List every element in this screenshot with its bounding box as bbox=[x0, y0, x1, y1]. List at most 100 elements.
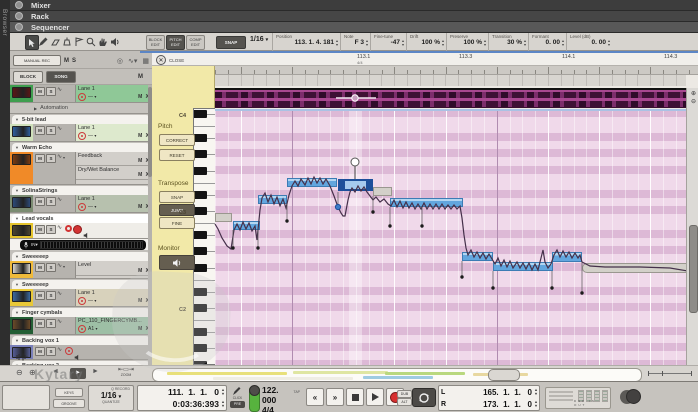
snap-button[interactable]: SNAP bbox=[216, 36, 246, 49]
solo-button[interactable]: S bbox=[46, 263, 56, 272]
track-header[interactable]: ▼ Lead vocals bbox=[12, 214, 150, 223]
horizontal-zoom-slider[interactable] bbox=[648, 371, 692, 376]
zoom-widget[interactable]: ⇤▭⇥ ZOOM bbox=[113, 367, 139, 377]
stepper-icon[interactable]: ▴ ▾ bbox=[535, 388, 537, 395]
take-dropdown[interactable]: — ▾ bbox=[88, 133, 96, 139]
mute-button[interactable]: M bbox=[35, 87, 45, 96]
mute-all-label[interactable]: M bbox=[64, 58, 69, 64]
razor-tool[interactable] bbox=[61, 35, 73, 48]
song-navigator[interactable] bbox=[152, 368, 642, 382]
track-body[interactable]: M S ∿ Lane 1 — ▾ M X bbox=[10, 195, 152, 213]
fold-triangle-icon[interactable]: ▼ bbox=[15, 310, 19, 315]
grid-icon[interactable]: ▦ bbox=[142, 57, 149, 65]
pitch-grid[interactable] bbox=[215, 111, 686, 365]
zoom-in-v-icon[interactable]: ⊕ bbox=[691, 90, 696, 97]
keys-button[interactable]: KEYS bbox=[55, 388, 83, 397]
track-color-tab[interactable] bbox=[10, 124, 33, 141]
track-body[interactable]: M S ∿ ▾ Level M X bbox=[10, 261, 152, 279]
take-dropdown[interactable]: — ▾ bbox=[88, 298, 96, 304]
stepper-icon[interactable]: ▴ ▾ bbox=[222, 388, 224, 395]
fold-triangle-icon[interactable]: ▼ bbox=[15, 216, 19, 221]
lane-record-icon[interactable] bbox=[78, 297, 86, 305]
take-dropdown[interactable]: — ▾ bbox=[88, 204, 96, 210]
stepper-icon[interactable]: ▴ ▾ bbox=[336, 39, 338, 46]
close-pitch-edit-button[interactable]: ✕ CLOSE bbox=[156, 55, 184, 65]
song-position-panel[interactable]: 111. 1. 1. 0 ▴ ▾ 0:03:36:393 ▴ ▾ bbox=[137, 385, 227, 411]
field-value[interactable]: 100 % bbox=[464, 39, 482, 46]
eraser-tool[interactable] bbox=[49, 35, 61, 48]
automation-wave-icon[interactable]: ∿▾ bbox=[128, 57, 137, 65]
track-header[interactable]: ▼ SolinaStrings bbox=[12, 186, 150, 195]
track-color-tab[interactable] bbox=[10, 195, 33, 212]
tempo-panel[interactable]: 122. 000 TAP 4/4 bbox=[262, 385, 300, 412]
editor-vertical-scrollbar[interactable] bbox=[686, 88, 698, 365]
piano-black-key[interactable] bbox=[194, 231, 207, 240]
pitch-note[interactable] bbox=[373, 187, 392, 196]
pitch-note[interactable] bbox=[233, 221, 260, 230]
track-header[interactable]: ▼ 5-bit lead bbox=[12, 115, 150, 124]
piano-black-key[interactable] bbox=[194, 134, 207, 143]
track-color-tab[interactable] bbox=[10, 317, 33, 334]
mute-button[interactable]: M bbox=[35, 154, 45, 163]
chevron-down-icon[interactable]: ▾ bbox=[63, 154, 65, 161]
navigator-view-handle[interactable] bbox=[488, 369, 520, 381]
stepper-icon[interactable]: ▴ ▾ bbox=[442, 39, 444, 46]
hand-tool[interactable] bbox=[97, 35, 109, 48]
window-dot-icon[interactable] bbox=[15, 23, 23, 31]
chevron-down-icon[interactable]: ▾ bbox=[63, 263, 65, 270]
field-drift[interactable]: Drift 100 % ▴ ▾ bbox=[406, 33, 446, 51]
track-body[interactable]: M S ∿ Lane 1 — ▾ M X bbox=[10, 85, 152, 103]
pitch-note[interactable] bbox=[493, 262, 553, 271]
mute-button[interactable]: M bbox=[35, 291, 45, 300]
stepper-icon[interactable]: ▴ ▾ bbox=[535, 400, 537, 407]
lane-record-icon[interactable] bbox=[78, 325, 86, 333]
track-header[interactable]: ▼ Warm Echo bbox=[12, 143, 150, 152]
zoom-out-v-icon[interactable]: ⊖ bbox=[691, 98, 696, 105]
take-dropdown[interactable]: A1 ▾ bbox=[88, 326, 98, 332]
field-preserve[interactable]: Preserve 100 % ▴ ▾ bbox=[446, 33, 488, 51]
take-dropdown[interactable]: — ▾ bbox=[88, 94, 96, 100]
titlebar-rack[interactable]: Rack bbox=[10, 11, 698, 22]
field-note[interactable]: Note F 3 ▴ ▾ bbox=[340, 33, 370, 51]
note-lane[interactable]: Lane 1 — ▾ M X bbox=[75, 124, 152, 141]
lanes-icon[interactable]: ∿ bbox=[57, 87, 62, 94]
pitch-correct-button[interactable]: CORRECT bbox=[159, 134, 195, 146]
field-position[interactable]: Position 113. 1. 4. 181 ▴ ▾ bbox=[272, 33, 340, 51]
magnify-minus-icon[interactable]: ⊖ bbox=[16, 368, 23, 377]
lanes-icon[interactable]: ∿ bbox=[57, 263, 62, 270]
transpose-fine-button[interactable]: FINE bbox=[159, 217, 195, 229]
window-dot-icon[interactable] bbox=[15, 1, 23, 9]
transpose-snap-button[interactable]: SNAP bbox=[159, 191, 195, 203]
speaker-tool[interactable] bbox=[109, 35, 121, 48]
field-level-db-[interactable]: Level (dB) 0. 00 ▴ ▾ bbox=[566, 33, 612, 51]
titlebar-sequencer[interactable]: Sequencer bbox=[10, 22, 698, 33]
track-body[interactable]: M S ∿ ▾ Feedback M X Dry/Wet Balance M X bbox=[10, 152, 152, 185]
song-mode-button[interactable]: SONG bbox=[46, 70, 76, 83]
fold-triangle-icon[interactable]: ▼ bbox=[15, 254, 19, 259]
solo-button[interactable]: S bbox=[46, 291, 56, 300]
solo-button[interactable]: S bbox=[46, 197, 56, 206]
titlebar-mixer[interactable]: Mixer bbox=[10, 0, 698, 11]
piano-black-key[interactable] bbox=[194, 206, 207, 215]
browser-sidebar-tab[interactable]: Browser bbox=[0, 0, 10, 368]
dub-button[interactable]: DUB bbox=[397, 390, 412, 398]
lane-record-icon[interactable] bbox=[78, 132, 86, 140]
pencil-icon[interactable] bbox=[232, 386, 241, 396]
solo-button[interactable]: S bbox=[46, 87, 56, 96]
track-color-tab[interactable] bbox=[10, 152, 33, 184]
mute-button[interactable]: M bbox=[35, 263, 45, 272]
block-edit-button[interactable]: BLOCK EDIT bbox=[146, 35, 165, 50]
solo-all-label[interactable]: S bbox=[72, 58, 76, 64]
pitch-note[interactable] bbox=[258, 195, 287, 204]
pitch-note[interactable] bbox=[582, 263, 686, 273]
mute-button[interactable]: M bbox=[35, 197, 45, 206]
loop-button[interactable] bbox=[412, 388, 436, 407]
field-formant[interactable]: Formant 0. 00 ▴ ▾ bbox=[528, 33, 566, 51]
lanes-icon[interactable]: ∿ bbox=[57, 154, 62, 161]
record-enabled-icon[interactable] bbox=[73, 225, 83, 234]
fold-triangle-icon[interactable]: ▼ bbox=[15, 117, 19, 122]
track-color-tab[interactable] bbox=[10, 289, 33, 306]
field-value[interactable]: 100 % bbox=[422, 39, 440, 46]
track-color-tab[interactable] bbox=[10, 223, 33, 238]
track-header[interactable]: ▼ Sweeeeep bbox=[12, 252, 150, 261]
